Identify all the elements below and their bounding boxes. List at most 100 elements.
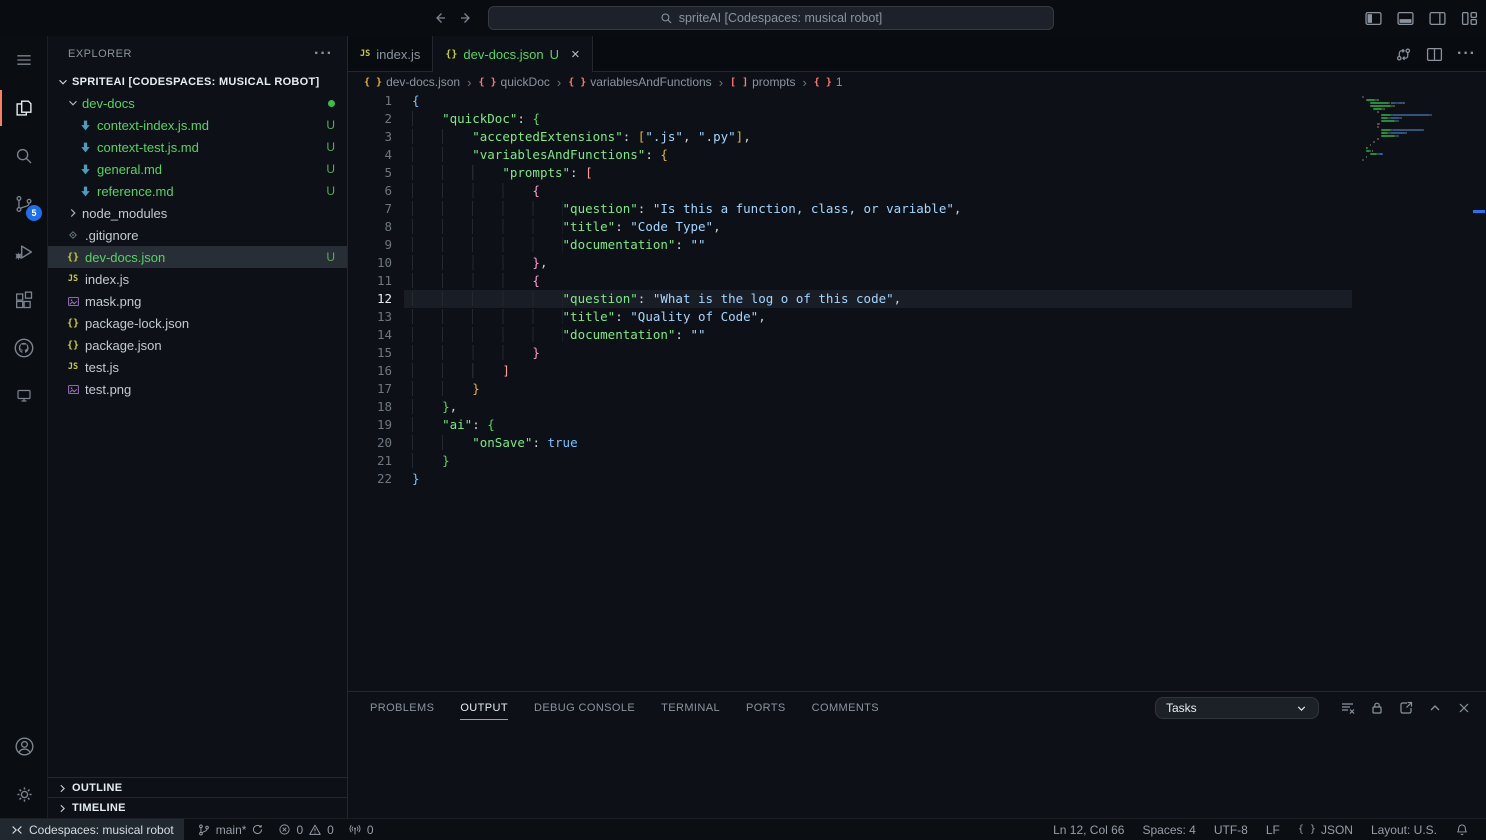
code-line-9[interactable]: "documentation": "" bbox=[404, 236, 1352, 254]
code-line-12[interactable]: "question": "What is the log o of this c… bbox=[404, 290, 1352, 308]
panel-tab-comments[interactable]: COMMENTS bbox=[812, 693, 879, 723]
tab-index-js[interactable]: JS index.js bbox=[348, 36, 433, 72]
forwarded-ports-status[interactable]: 0 bbox=[341, 819, 381, 840]
tab-close-icon[interactable]: × bbox=[571, 47, 580, 62]
tree-item-mask-png[interactable]: mask.png bbox=[48, 290, 347, 312]
search-view-icon[interactable] bbox=[0, 132, 48, 180]
panel-tab-problems[interactable]: PROBLEMS bbox=[370, 693, 434, 723]
tree-item-dev-docs[interactable]: dev-docs bbox=[48, 92, 347, 114]
workspace-section-header[interactable]: SPRITEAI [CODESPACES: MUSICAL ROBOT] bbox=[48, 72, 347, 92]
close-panel-icon[interactable] bbox=[1456, 700, 1472, 716]
customize-layout-icon[interactable] bbox=[1458, 7, 1480, 29]
open-changes-icon[interactable] bbox=[1395, 46, 1412, 63]
tree-item-test-js[interactable]: JStest.js bbox=[48, 356, 347, 378]
tree-item-test-png[interactable]: test.png bbox=[48, 378, 347, 400]
run-debug-icon[interactable] bbox=[0, 228, 48, 276]
code-line-20[interactable]: "onSave": true bbox=[404, 434, 1352, 452]
minimap[interactable] bbox=[1360, 96, 1470, 686]
minimap-mark bbox=[1366, 156, 1368, 158]
code-line-3[interactable]: "acceptedExtensions": [".js", ".py"], bbox=[404, 128, 1352, 146]
code-editor[interactable]: 12345678910111213141516171819202122 { "q… bbox=[348, 92, 1486, 691]
command-center-search[interactable]: spriteAI [Codespaces: musical robot] bbox=[488, 6, 1054, 30]
tree-item-general-md[interactable]: general.mdU bbox=[48, 158, 347, 180]
tree-item-reference-md[interactable]: reference.mdU bbox=[48, 180, 347, 202]
accounts-icon[interactable] bbox=[0, 722, 48, 770]
code-line-5[interactable]: "prompts": [ bbox=[404, 164, 1352, 182]
tree-item-index-js[interactable]: JSindex.js bbox=[48, 268, 347, 290]
breadcrumb-item-dev-docs-json[interactable]: { }dev-docs.json bbox=[364, 75, 460, 89]
clear-output-icon[interactable] bbox=[1340, 700, 1356, 716]
tree-item-package-lock-json[interactable]: {}package-lock.json bbox=[48, 312, 347, 334]
code-content[interactable]: { "quickDoc": { "acceptedExtensions": ["… bbox=[404, 92, 1352, 488]
tree-item-dev-docs-json[interactable]: {}dev-docs.jsonU bbox=[48, 246, 347, 268]
extensions-icon[interactable] bbox=[0, 276, 48, 324]
remote-indicator[interactable]: Codespaces: musical robot bbox=[0, 819, 184, 840]
nav-back-icon[interactable] bbox=[432, 10, 448, 26]
git-branch-status[interactable]: main* bbox=[190, 819, 272, 840]
explorer-icon[interactable] bbox=[0, 84, 48, 132]
notifications-bell-icon[interactable] bbox=[1446, 819, 1478, 840]
source-control-icon[interactable]: 5 bbox=[0, 180, 48, 228]
toggle-sidebar-icon[interactable] bbox=[1362, 7, 1384, 29]
cursor-position[interactable]: Ln 12, Col 66 bbox=[1044, 819, 1133, 840]
code-line-16[interactable]: ] bbox=[404, 362, 1352, 380]
panel-tab-output[interactable]: OUTPUT bbox=[460, 693, 508, 723]
problems-status[interactable]: 0 0 bbox=[271, 819, 340, 840]
more-actions-icon[interactable]: ··· bbox=[1457, 45, 1476, 63]
code-line-11[interactable]: { bbox=[404, 272, 1352, 290]
breadcrumb-item-1[interactable]: { }1 bbox=[814, 75, 843, 89]
tree-item-package-json[interactable]: {}package.json bbox=[48, 334, 347, 356]
toggle-panel-icon[interactable] bbox=[1394, 7, 1416, 29]
settings-gear-icon[interactable] bbox=[0, 770, 48, 818]
keyboard-layout-status[interactable]: Layout: U.S. bbox=[1362, 819, 1446, 840]
code-line-14[interactable]: "documentation": "" bbox=[404, 326, 1352, 344]
code-line-1[interactable]: { bbox=[404, 92, 1352, 110]
code-line-19[interactable]: "ai": { bbox=[404, 416, 1352, 434]
code-line-13[interactable]: "title": "Quality of Code", bbox=[404, 308, 1352, 326]
panel-tab-terminal[interactable]: TERMINAL bbox=[661, 693, 720, 723]
breadcrumb-item-prompts[interactable]: [ ]prompts bbox=[730, 75, 795, 89]
code-line-4[interactable]: "variablesAndFunctions": { bbox=[404, 146, 1352, 164]
outline-section-header[interactable]: OUTLINE bbox=[48, 777, 347, 798]
output-channel-dropdown[interactable]: Tasks bbox=[1155, 697, 1319, 719]
menu-icon[interactable] bbox=[0, 36, 48, 84]
tree-item-node-modules[interactable]: node_modules bbox=[48, 202, 347, 224]
panel-tab-debug-console[interactable]: DEBUG CONSOLE bbox=[534, 693, 635, 723]
code-line-10[interactable]: }, bbox=[404, 254, 1352, 272]
lock-icon[interactable] bbox=[1369, 700, 1385, 716]
git-untracked-badge: U bbox=[326, 140, 335, 154]
minimap-mark bbox=[1423, 129, 1425, 131]
explorer-more-actions-icon[interactable]: ··· bbox=[314, 45, 333, 63]
eol-status[interactable]: LF bbox=[1257, 819, 1289, 840]
nav-forward-icon[interactable] bbox=[458, 10, 474, 26]
remote-explorer-icon[interactable] bbox=[0, 372, 48, 420]
code-line-7[interactable]: "question": "Is this a function, class, … bbox=[404, 200, 1352, 218]
code-line-17[interactable]: } bbox=[404, 380, 1352, 398]
github-icon[interactable] bbox=[0, 324, 48, 372]
minimap-mark bbox=[1377, 126, 1379, 128]
code-line-22[interactable]: } bbox=[404, 470, 1352, 488]
breadcrumb-item-quickDoc[interactable]: { }quickDoc bbox=[478, 75, 549, 89]
language-mode[interactable]: { } JSON bbox=[1289, 819, 1362, 840]
code-line-6[interactable]: { bbox=[404, 182, 1352, 200]
explorer-title: EXPLORER bbox=[68, 48, 132, 60]
breadcrumb-item-variablesAndFunctions[interactable]: { }variablesAndFunctions bbox=[568, 75, 711, 89]
maximize-panel-icon[interactable] bbox=[1427, 700, 1443, 716]
timeline-section-header[interactable]: TIMELINE bbox=[48, 797, 347, 818]
tab-dev-docs-json[interactable]: {} dev-docs.json U × bbox=[433, 36, 592, 72]
code-line-18[interactable]: }, bbox=[404, 398, 1352, 416]
code-line-8[interactable]: "title": "Code Type", bbox=[404, 218, 1352, 236]
tree-item-context-index-js-md[interactable]: context-index.js.mdU bbox=[48, 114, 347, 136]
panel-tab-ports[interactable]: PORTS bbox=[746, 693, 786, 723]
code-line-21[interactable]: } bbox=[404, 452, 1352, 470]
code-line-2[interactable]: "quickDoc": { bbox=[404, 110, 1352, 128]
code-line-15[interactable]: } bbox=[404, 344, 1352, 362]
toggle-secondary-sidebar-icon[interactable] bbox=[1426, 7, 1448, 29]
indentation-status[interactable]: Spaces: 4 bbox=[1133, 819, 1204, 840]
split-editor-icon[interactable] bbox=[1426, 46, 1443, 63]
open-output-in-editor-icon[interactable] bbox=[1398, 700, 1414, 716]
tree-item-context-test-js-md[interactable]: context-test.js.mdU bbox=[48, 136, 347, 158]
encoding-status[interactable]: UTF-8 bbox=[1205, 819, 1257, 840]
line-number: 18 bbox=[348, 398, 392, 416]
tree-item--gitignore[interactable]: .gitignore bbox=[48, 224, 347, 246]
